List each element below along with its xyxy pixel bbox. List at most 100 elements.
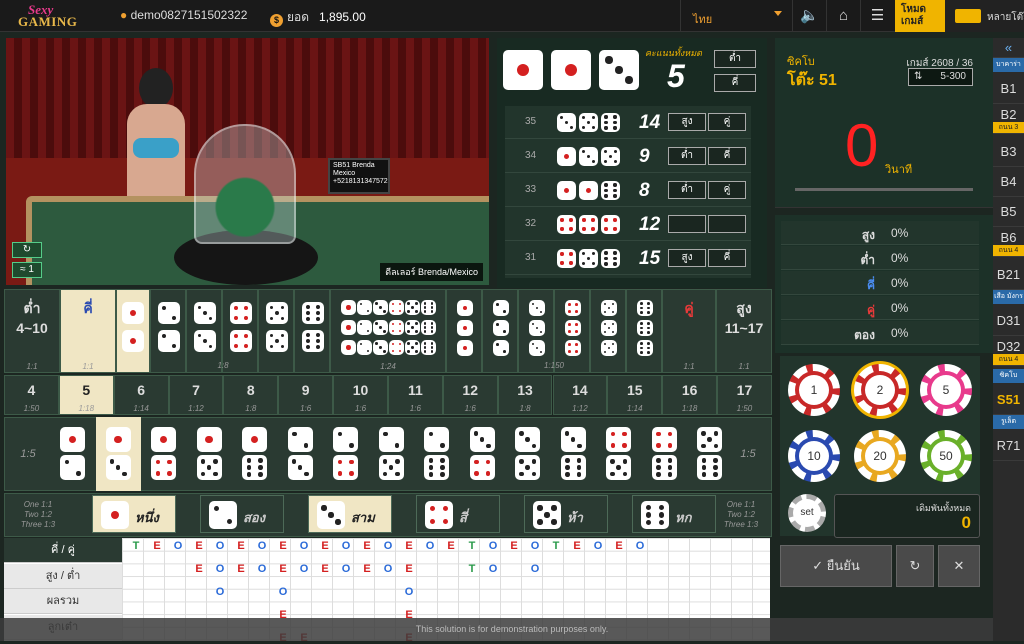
odds-label: 1:1 — [683, 362, 695, 371]
sidebar-item-b21[interactable]: B21 — [993, 260, 1024, 290]
road-mark: O — [530, 563, 540, 575]
bet-sum-10[interactable]: 10 1:6 — [333, 375, 388, 415]
confirm-button[interactable]: ✓ ยืนยัน — [780, 545, 892, 587]
bet-pair-4-6[interactable] — [642, 417, 688, 491]
multi-table-button[interactable]: หลายโต๊ะ — [945, 0, 1024, 32]
bet-pair-1-5[interactable] — [187, 417, 233, 491]
bet-label: 9 — [301, 382, 310, 398]
bet-label: 4~10 — [16, 320, 48, 336]
bet-pair-2-5[interactable] — [369, 417, 415, 491]
bet-pair-2-6[interactable] — [414, 417, 460, 491]
bet-sum-12[interactable]: 12 1:6 — [442, 375, 498, 415]
bet-sum-14[interactable]: 14 1:12 — [552, 375, 608, 415]
bet-pair-1-6[interactable] — [232, 417, 278, 491]
round-tag: คี่ — [708, 147, 746, 165]
road-mark: T — [468, 540, 476, 552]
bet-single-4[interactable]: สี่ — [416, 495, 500, 533]
sidebar-item-b4[interactable]: B4 — [993, 167, 1024, 197]
odds-label: 1:6 — [464, 404, 476, 413]
bet-sum-7[interactable]: 7 1:12 — [168, 375, 224, 415]
sidebar-item-b3[interactable]: B3 — [993, 137, 1024, 167]
chip-5[interactable]: 5 — [920, 364, 972, 416]
bet-pair-1-4[interactable] — [141, 417, 187, 491]
cancel-button[interactable]: ✕ — [938, 545, 980, 587]
bet-any-triple[interactable]: 1:24 — [330, 289, 446, 373]
die-face-2 — [493, 320, 509, 336]
bet-pair-3-5[interactable] — [505, 417, 551, 491]
sound-button[interactable]: 🔈 — [792, 0, 826, 32]
stat-value: 0% — [891, 301, 909, 315]
bet-pair-3-4[interactable] — [460, 417, 506, 491]
mode-button[interactable]: โหมดเกมส์ — [895, 0, 945, 32]
die-face-3 — [373, 340, 388, 355]
language-select[interactable]: ไทย — [680, 0, 792, 32]
die-face-5 — [601, 300, 617, 316]
bet-even[interactable]: คู่ 1:1 — [662, 289, 716, 373]
single-label: หนึ่ง — [135, 510, 159, 525]
sidebar-item-s51[interactable]: S51 — [993, 385, 1024, 415]
stat-key: คู่ — [866, 303, 875, 317]
bet-low[interactable]: ต่ำ 4~10 1:1 — [4, 289, 60, 373]
die-face-4 — [151, 455, 176, 480]
stat-row: คู่ 0% — [781, 296, 979, 320]
sidebar-item-b5[interactable]: B5 — [993, 197, 1024, 227]
bet-high[interactable]: สูง 11~17 1:1 — [716, 289, 772, 373]
die-face-4 — [565, 300, 581, 316]
refresh-button[interactable]: ↻ — [12, 242, 42, 258]
sidebar-item-r71[interactable]: R71 — [993, 431, 1024, 461]
bet-single-5[interactable]: ห้า — [524, 495, 608, 533]
stat-value: 0% — [891, 276, 909, 290]
bet-limit[interactable]: ⇅ 5-300 — [908, 68, 973, 86]
die-face-3 — [529, 300, 545, 316]
bet-sum-9[interactable]: 9 1:6 — [278, 375, 334, 415]
chip-1[interactable]: 1 — [788, 364, 840, 416]
bet-sum-6[interactable]: 6 1:14 — [113, 375, 169, 415]
chip-10[interactable]: 10 — [788, 430, 840, 482]
sidebar-badge: ถนน 3 — [993, 122, 1024, 133]
bet-sum-13[interactable]: 13 1:8 — [497, 375, 553, 415]
die-face-6 — [601, 181, 620, 200]
bet-pair-1-2[interactable] — [50, 417, 96, 491]
sidebar-badge: ถนน 4 — [993, 354, 1024, 365]
die-face-6 — [242, 455, 267, 480]
odds-label: Three 1:3 — [20, 520, 56, 529]
repeat-button[interactable]: ↻ — [896, 545, 934, 587]
bet-pair-4-5[interactable] — [596, 417, 642, 491]
bet-pair-2-4[interactable] — [323, 417, 369, 491]
bet-sum-4[interactable]: 4 1:50 — [4, 375, 59, 415]
menu-button[interactable]: ☰ — [860, 0, 894, 32]
chip-20[interactable]: 20 — [854, 430, 906, 482]
bet-single-1[interactable]: หนึ่ง — [92, 495, 176, 533]
die-face-1 — [196, 427, 222, 452]
bet-pair-1-3[interactable] — [95, 417, 141, 491]
die-face-3 — [599, 50, 639, 90]
collapse-button[interactable]: « — [993, 38, 1024, 58]
bet-single-3[interactable]: สาม — [308, 495, 392, 533]
bet-label: ต่ำ — [23, 300, 41, 316]
sidebar-item-d31[interactable]: D31 — [993, 306, 1024, 336]
bet-sum-16[interactable]: 16 1:18 — [662, 375, 718, 415]
home-button[interactable]: ⌂ — [826, 0, 860, 32]
bet-odd[interactable]: คี่ 1:1 — [60, 289, 116, 373]
chip-50[interactable]: 50 — [920, 430, 972, 482]
die-face-6 — [601, 113, 620, 132]
bet-single-6[interactable]: หก — [632, 495, 716, 533]
bet-pair-2-3[interactable] — [278, 417, 324, 491]
bet-sum-15[interactable]: 15 1:14 — [607, 375, 663, 415]
bet-pair-3-6[interactable] — [551, 417, 597, 491]
bet-single-2[interactable]: สอง — [200, 495, 284, 533]
bet-sum-11[interactable]: 11 1:6 — [387, 375, 443, 415]
bet-sum-5[interactable]: 5 1:18 — [58, 375, 114, 415]
chip-2[interactable]: 2 — [854, 364, 906, 416]
round-sum: 15 — [639, 248, 661, 269]
bet-sum-8[interactable]: 8 1:8 — [223, 375, 279, 415]
bet-pair-5-6[interactable] — [687, 417, 733, 491]
round-tag: สูง — [668, 113, 706, 131]
road-mark: E — [195, 540, 203, 552]
chip-set-button[interactable]: set — [788, 494, 826, 532]
bet-sum-17[interactable]: 17 1:50 — [717, 375, 772, 415]
signal-button[interactable]: ≈ 1 — [12, 262, 42, 278]
table-name: โต๊ะ 51 — [787, 72, 837, 89]
die-face-1 — [341, 320, 356, 335]
sidebar-item-b1[interactable]: B1 — [993, 74, 1024, 104]
